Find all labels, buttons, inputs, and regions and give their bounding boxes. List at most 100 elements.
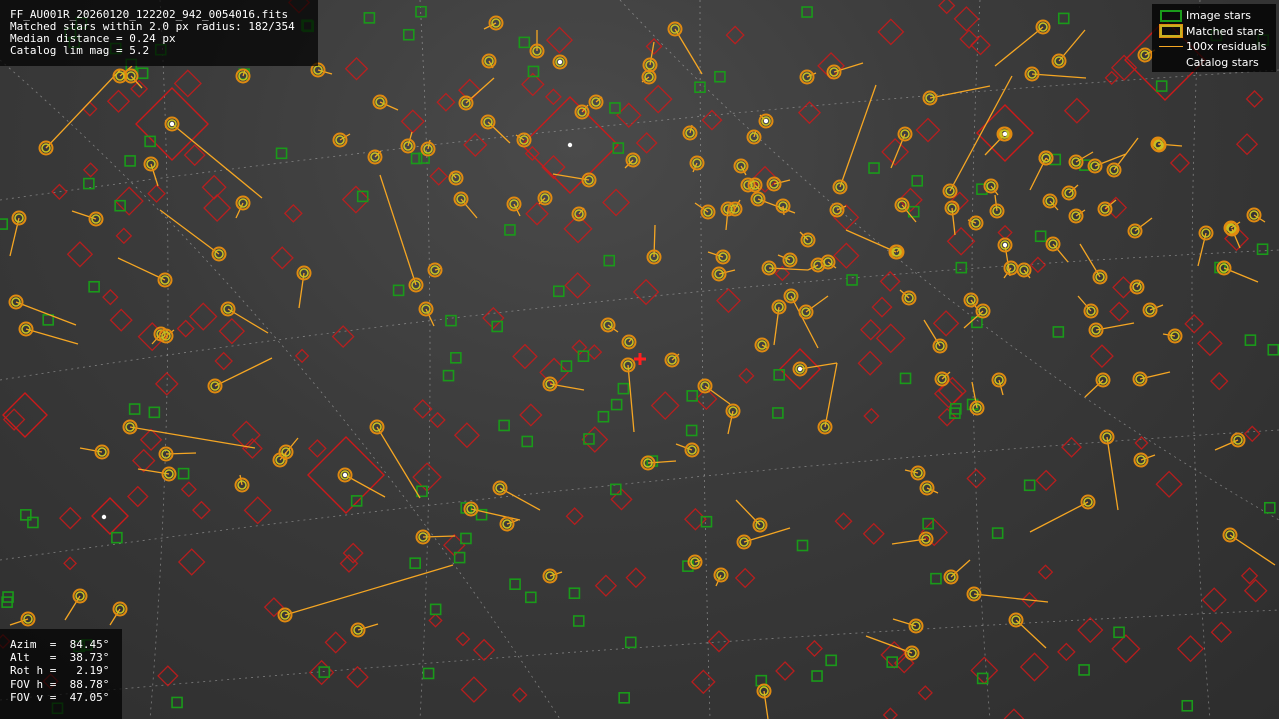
catalog-star [201,174,227,200]
image-star [846,274,858,286]
catalog-star [436,92,456,112]
catalog-star [400,109,425,134]
catalog-star [214,351,233,371]
grid-line [0,69,1279,201]
star-core [1002,242,1008,248]
catalog-star [139,428,163,451]
catalog-star-bright [2,392,48,438]
residual-line [470,508,521,521]
image-star [609,102,621,114]
legend-matched-stars: Matched stars [1156,24,1276,40]
residual-line [15,301,77,326]
catalog-star [1037,564,1054,580]
catalog-star [586,344,603,361]
image-star [1023,479,1036,492]
catalog-star [1109,301,1130,322]
star-core [567,142,573,148]
image-star [83,177,95,190]
residual-line [674,28,703,75]
residual-line [1045,157,1049,161]
residual-line [994,26,1044,67]
catalog-star [1176,635,1205,663]
catalog-star [970,34,991,56]
fov-v-readout: FOV v = 47.05° [10,690,110,704]
image-star [572,615,585,627]
legend-residuals: 100x residuals [1156,39,1276,55]
grid-line [1191,0,1211,719]
catalog-star [581,426,609,453]
catalog-star [1210,621,1233,643]
image-star [350,495,363,507]
catalog-star [1210,371,1229,391]
image-star [442,369,455,382]
image-star [825,654,837,667]
residuals-layer [9,22,1276,719]
catalog-star [460,676,488,703]
catalog-star [564,272,591,299]
catalog-star [243,496,272,525]
image-star [409,557,421,569]
catalog-star [701,109,723,131]
yellow-square-icon [1159,24,1183,39]
fov-h-readout: FOV h = 88.78° [10,677,110,691]
image-star [363,12,376,24]
residual-line [129,426,256,449]
catalog-star [428,613,443,628]
catalog-star [545,26,573,54]
catalog-star [1035,469,1057,492]
catalog-star [563,214,593,244]
catalog-star [1090,344,1114,368]
catalog-stars-layer [0,0,1268,719]
residual-line [376,426,421,499]
catalog-star [946,226,976,256]
catalog-star [82,101,98,117]
image-star [1256,243,1269,256]
image-star [801,6,813,18]
altitude-readout: Alt = 38.73° [10,651,110,665]
catalog-star [635,132,658,154]
info-panel: FF_AU001R_20260120_122202_942_0054016.fi… [0,0,318,66]
image-star [560,360,573,372]
catalog-star [308,439,327,458]
catalog-star [177,548,206,576]
catalog-star [58,506,82,530]
catalog-star [82,162,99,178]
catalog-star [524,145,540,161]
grid-line [0,609,1279,701]
catalog-star [429,167,449,186]
catalog-star [1245,90,1264,108]
residual-line [284,564,454,616]
image-star [1052,326,1065,338]
grid-line [971,0,991,719]
catalog-star [875,323,906,354]
image-star [1057,12,1070,25]
image-star [899,372,912,385]
catalog-star [1197,330,1223,357]
image-star [88,280,100,293]
image-star [504,224,516,236]
legend-image-stars: Image stars [1156,8,1276,24]
image-star [429,603,442,616]
image-star [568,587,581,600]
star-core [101,514,107,520]
catalog-star [203,194,232,222]
image-star [1244,334,1257,346]
image-star [1181,699,1194,712]
image-star [930,572,942,585]
image-star [402,28,415,41]
image-star [460,532,472,545]
image-star [577,350,590,362]
catalog-star [346,665,369,689]
catalog-star [970,656,999,685]
catalog-star [482,306,505,330]
star-field-svg [0,0,1279,719]
star-core [342,472,348,478]
catalog-star [294,348,310,364]
catalog-star [863,407,880,425]
catalog-star [937,376,967,406]
image-star [20,509,32,521]
image-star [1078,664,1090,676]
azimuth-readout: Azim = 84.45° [10,638,110,651]
catalog-star [877,18,905,46]
catalog-star [1201,587,1227,613]
